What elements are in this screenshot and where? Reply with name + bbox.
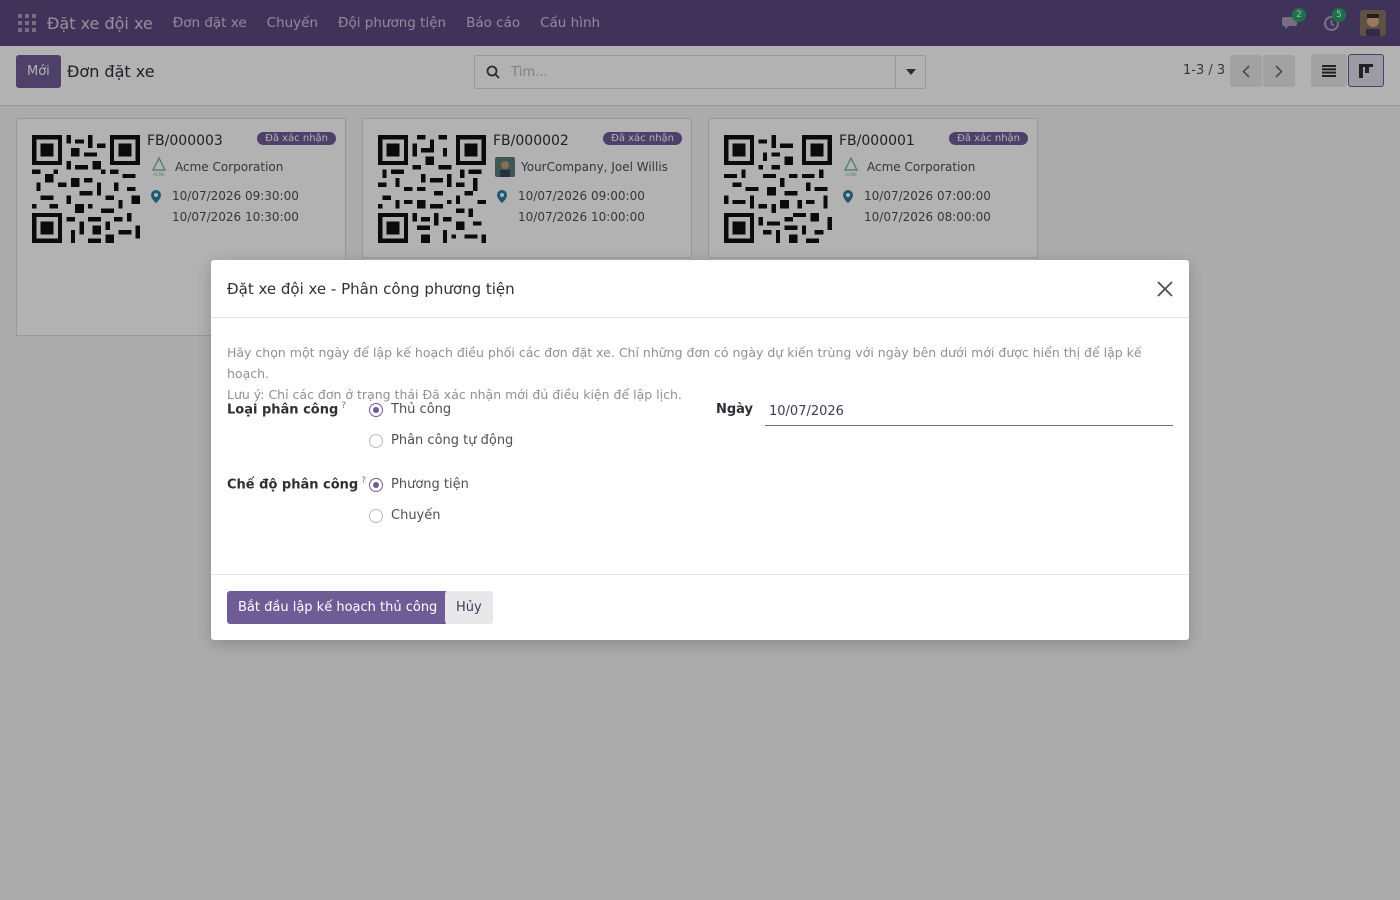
radio-button[interactable] bbox=[369, 433, 383, 448]
help-line: Hãy chọn một ngày để lập kế hoạch điều p… bbox=[227, 345, 1142, 381]
radio-button[interactable] bbox=[369, 477, 383, 492]
radio-manual[interactable]: Thủ công bbox=[369, 402, 451, 417]
date-field[interactable] bbox=[765, 398, 1173, 426]
assign-type-label: Loại phân công? bbox=[227, 401, 347, 418]
radio-label: Phân công tự động bbox=[391, 433, 514, 448]
radio-trip[interactable]: Chuyến bbox=[369, 508, 441, 523]
dialog-header: Đặt xe đội xe - Phân công phương tiện bbox=[211, 260, 1189, 318]
radio-vehicle[interactable]: Phương tiện bbox=[369, 477, 469, 492]
radio-button[interactable] bbox=[369, 508, 383, 523]
dialog-help-text: Hãy chọn một ngày để lập kế hoạch điều p… bbox=[227, 342, 1177, 405]
help-tooltip-icon[interactable]: ? bbox=[341, 401, 346, 411]
cancel-button[interactable]: Hủy bbox=[445, 591, 493, 624]
date-label: Ngày bbox=[716, 402, 754, 417]
radio-label: Chuyến bbox=[391, 508, 441, 523]
help-tooltip-icon[interactable]: ? bbox=[361, 476, 366, 486]
radio-label: Thủ công bbox=[391, 402, 452, 417]
close-icon[interactable] bbox=[1155, 279, 1175, 299]
dialog-footer: Bắt đầu lập kế hoạch thủ công Hủy bbox=[211, 574, 1189, 640]
assign-mode-label: Chế độ phân công? bbox=[227, 476, 366, 493]
radio-button[interactable] bbox=[369, 402, 383, 417]
start-manual-planning-button[interactable]: Bắt đầu lập kế hoạch thủ công bbox=[227, 591, 449, 624]
assignment-dialog: Đặt xe đội xe - Phân công phương tiện Hã… bbox=[211, 260, 1189, 640]
radio-label: Phương tiện bbox=[391, 477, 469, 492]
dialog-title: Đặt xe đội xe - Phân công phương tiện bbox=[227, 280, 515, 298]
radio-auto[interactable]: Phân công tự động bbox=[369, 433, 513, 448]
